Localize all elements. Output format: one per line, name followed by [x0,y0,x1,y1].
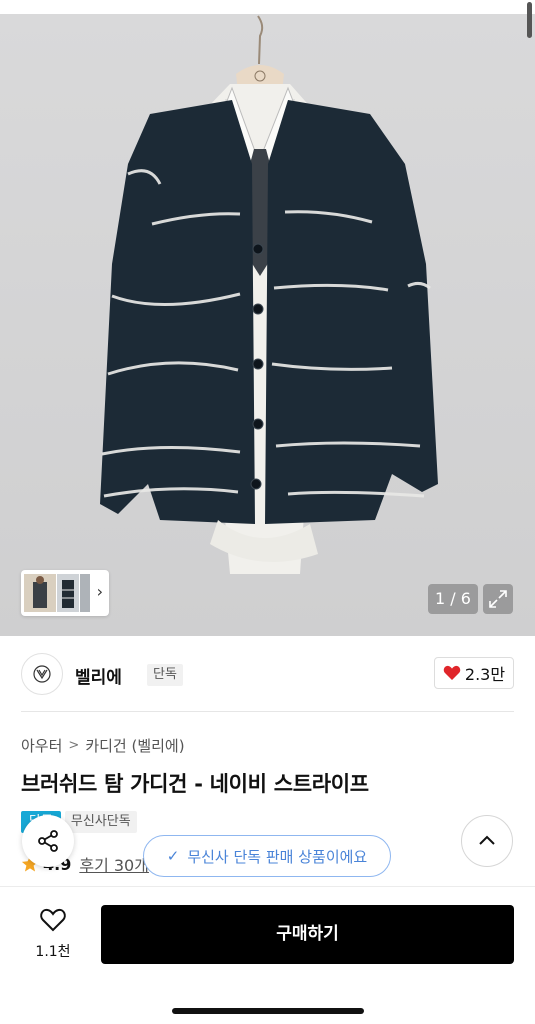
wishlist-count: 1.1천 [35,944,71,960]
breadcrumb-item[interactable]: 카디건 (벨리에) [85,735,184,756]
scroll-top-button[interactable] [461,815,513,867]
wishlist-button[interactable]: 1.1천 [30,907,76,961]
breadcrumb: 아우터 > 카디건 (벨리에) [21,735,185,756]
thumbnail-image[interactable] [57,574,79,612]
home-indicator[interactable] [172,1008,364,1014]
review-link[interactable]: 후기 30개 [79,852,149,876]
buy-button[interactable]: 구매하기 [101,905,514,964]
chevron-up-icon [479,835,495,845]
product-image [100,15,438,574]
image-counter: 1 / 6 [428,584,478,614]
share-icon [38,830,58,852]
check-icon: ✓ [166,847,180,865]
brand-row[interactable]: 벨리에 단독 2.3만 [21,652,514,696]
thumbnail-image[interactable] [80,574,90,612]
breadcrumb-item[interactable]: 아우터 [21,735,62,756]
hanger-icon [236,15,284,92]
brand-name[interactable]: 벨리에 [75,663,122,688]
product-title: 브러쉬드 탐 가디건 - 네이비 스트라이프 [21,772,369,796]
expand-icon[interactable] [483,584,513,614]
exclusive-badge: 단독 [147,664,183,686]
exclusive-toast: ✓ 무신사 단독 판매 상품이에요 [143,835,391,877]
thumbnail-strip[interactable]: › [21,570,109,616]
toast-text: 무신사 단독 판매 상품이에요 [187,847,368,866]
bottom-action-bar: 1.1천 구매하기 [0,886,535,1024]
brand-logo[interactable] [21,653,63,695]
product-image-gallery[interactable] [0,14,535,636]
scrollbar[interactable] [527,2,532,38]
heart-outline-icon [40,908,66,932]
share-button[interactable] [22,815,74,867]
chevron-right-icon: > [68,738,80,753]
musinsa-exclusive-badge: 무신사단독 [64,811,137,833]
chevron-right-icon[interactable]: › [97,582,103,601]
heart-icon [443,665,461,680]
like-count: 2.3만 [464,665,506,684]
divider [21,711,514,712]
like-button[interactable]: 2.3만 [434,657,514,689]
status-area [0,0,535,14]
thumbnail-image[interactable] [24,574,56,612]
